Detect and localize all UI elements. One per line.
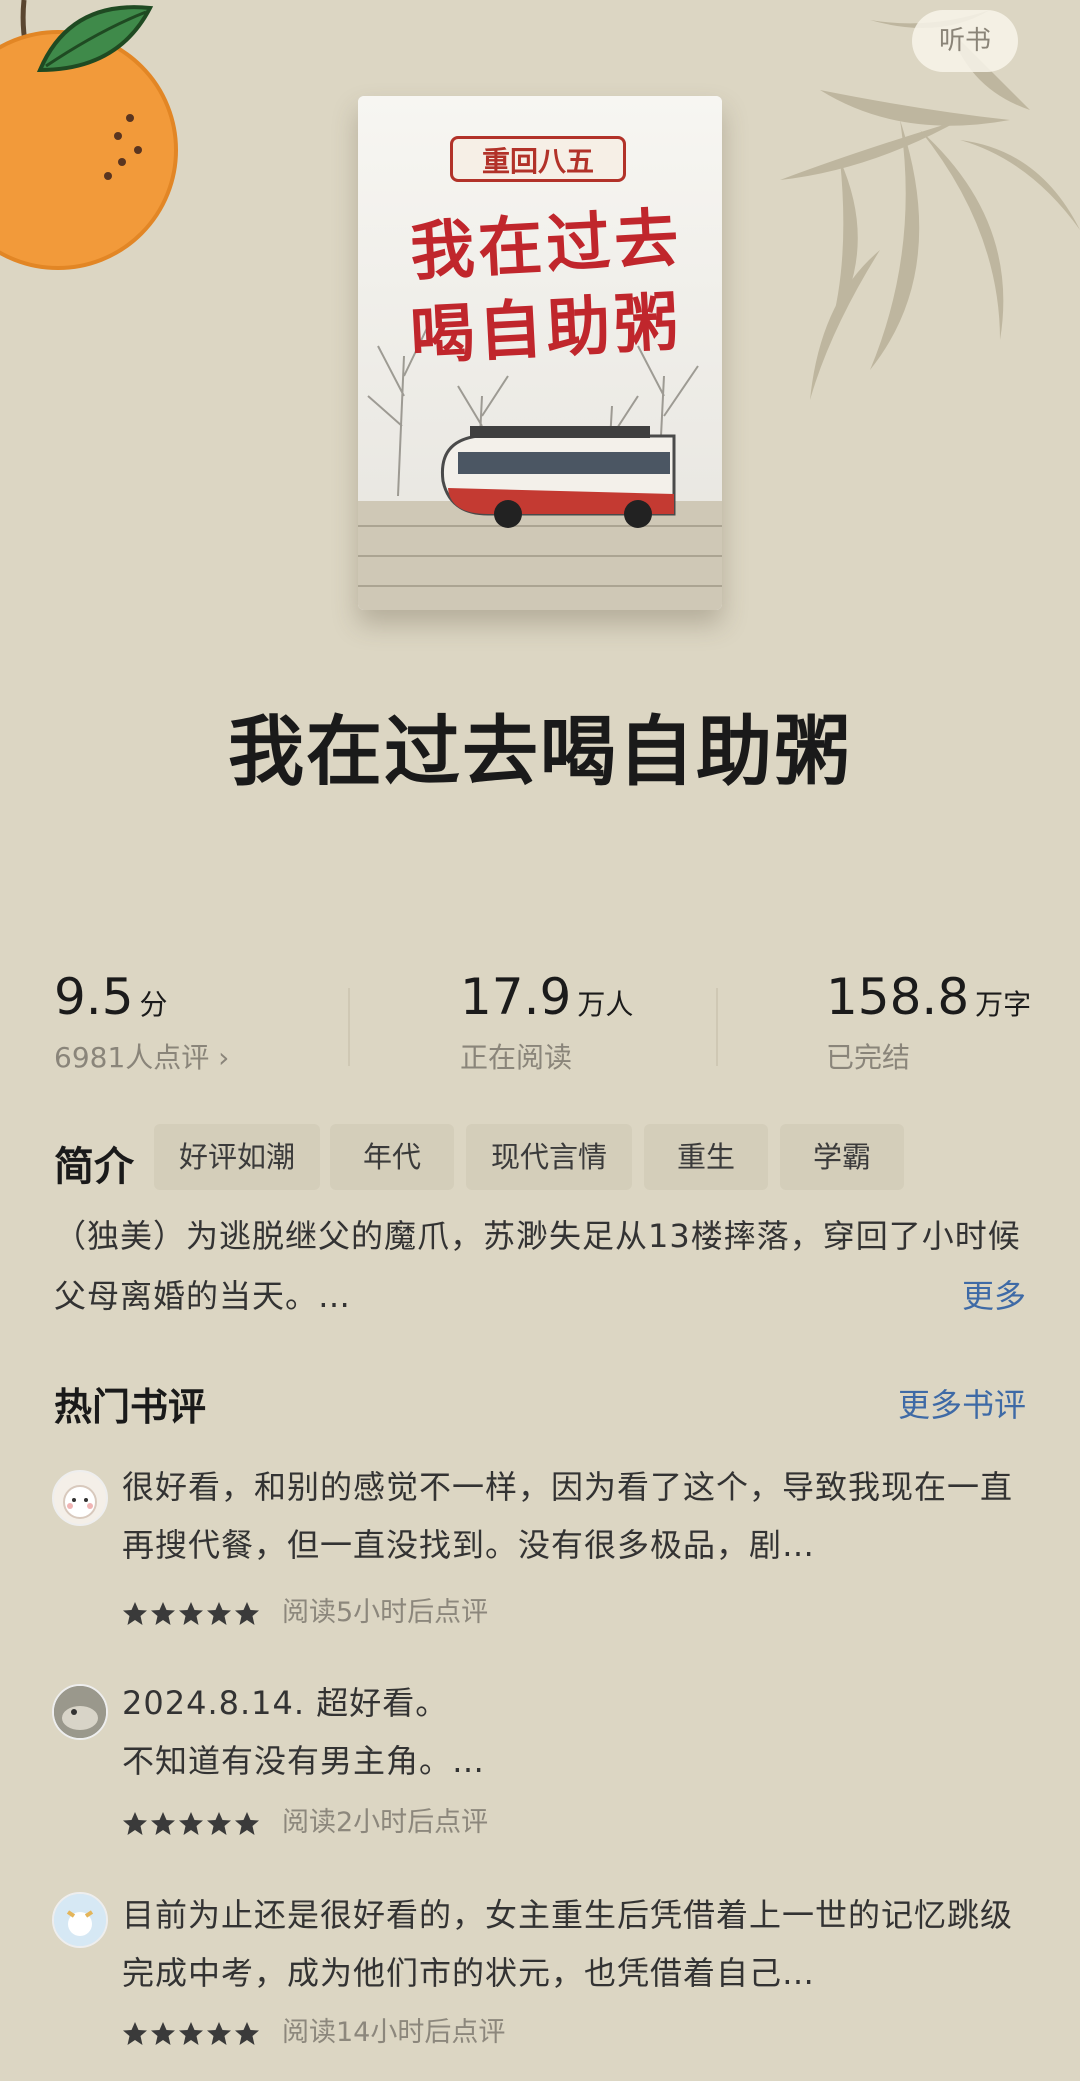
- review-meta: 阅读2小时后点评: [122, 1800, 488, 1839]
- star-rating: [122, 2021, 262, 2047]
- rating-stat[interactable]: 9.5 分 6981人点评 ›: [54, 968, 229, 1076]
- star-rating: [122, 1811, 262, 1837]
- stats-divider: [716, 988, 718, 1066]
- orange-fruit-icon: [0, 0, 178, 270]
- rating-unit: 分: [139, 988, 168, 1021]
- words-value: 158.8: [826, 968, 970, 1026]
- review-meta: 阅读5小时后点评: [122, 1590, 488, 1629]
- words-unit: 万字: [975, 988, 1032, 1021]
- review-text: 2024.8.14. 超好看。 不知道有没有男主角。…: [122, 1684, 486, 1780]
- tag-chip[interactable]: 现代言情: [466, 1124, 632, 1190]
- review-read-time: 阅读14小时后点评: [282, 2017, 506, 2048]
- stats-bar: 9.5 分 6981人点评 › 17.9 万人 正在阅读 158.8 万字 已完结: [0, 968, 1080, 1088]
- tag-chip[interactable]: 年代: [330, 1124, 454, 1190]
- readers-stat: 17.9 万人 正在阅读: [460, 968, 633, 1076]
- star-rating: [122, 1601, 262, 1627]
- readers-label: 正在阅读: [460, 1041, 573, 1074]
- book-cover[interactable]: 重回八五 我在过去 喝自助粥: [358, 96, 722, 610]
- review-meta: 阅读14小时后点评: [122, 2010, 505, 2049]
- tag-chip[interactable]: 好评如潮: [154, 1124, 320, 1190]
- more-reviews-link[interactable]: 更多书评: [898, 1380, 1026, 1426]
- listen-button[interactable]: 听书: [912, 10, 1018, 72]
- rating-count: 6981人点评 ›: [54, 1041, 230, 1074]
- star-icon: [123, 1811, 259, 1835]
- readers-value: 17.9: [460, 968, 572, 1026]
- tag-chip[interactable]: 学霸: [780, 1124, 904, 1190]
- star-icon: [123, 2021, 259, 2045]
- star-icon: [123, 1601, 259, 1625]
- review-text: 很好看，和别的感觉不一样，因为看了这个，导致我现在一直再搜代餐，但一直没找到。没…: [122, 1468, 1014, 1564]
- completion-status: 已完结: [826, 1041, 911, 1074]
- readers-unit: 万人: [577, 988, 634, 1021]
- tag-chip[interactable]: 重生: [644, 1124, 768, 1190]
- review-read-time: 阅读2小时后点评: [282, 1807, 489, 1838]
- words-stat: 158.8 万字 已完结: [826, 968, 1031, 1076]
- stats-divider: [348, 988, 350, 1066]
- avatar: [52, 1892, 108, 1948]
- rating-value: 9.5: [54, 968, 134, 1026]
- book-title: 我在过去喝自助粥: [228, 707, 852, 796]
- book-description: （独美）为逃脱继父的魔爪，苏渺失足从13楼摔落，穿回了小时候父母离婚的当天。…: [54, 1217, 1021, 1315]
- cover-series-tag: 重回八五: [450, 136, 626, 182]
- intro-label: 简介: [54, 1144, 134, 1190]
- review-read-time: 阅读5小时后点评: [282, 1597, 489, 1628]
- avatar: [52, 1684, 108, 1740]
- hot-reviews-title: 热门书评: [54, 1385, 207, 1429]
- review-text: 目前为止还是很好看的，女主重生后凭借着上一世的记忆跳级完成中考，成为他们市的状元…: [122, 1896, 1014, 1992]
- cover-title-line2: 喝自助粥: [408, 284, 685, 375]
- description-more-link[interactable]: 更多: [962, 1266, 1026, 1326]
- avatar: [52, 1470, 108, 1526]
- bamboo-leaves-icon: [780, 10, 1080, 400]
